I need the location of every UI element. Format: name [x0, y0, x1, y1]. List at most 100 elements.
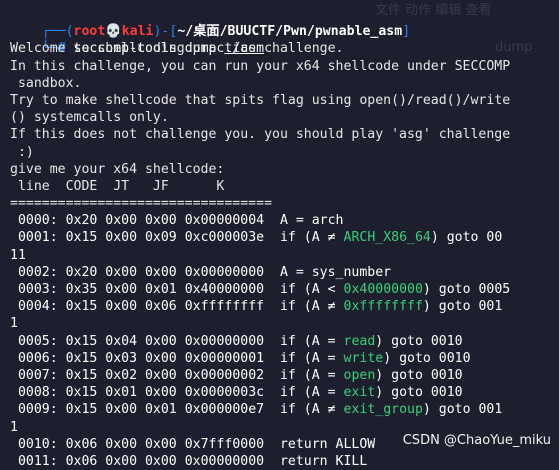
- skull-icon: 💀: [105, 24, 122, 40]
- row-op: A = sys_number: [264, 264, 392, 280]
- row-code: 0x20: [57, 213, 98, 229]
- program-output: Welcome to shellcoding practice challeng…: [10, 40, 559, 212]
- syscall-name: write: [343, 350, 384, 366]
- row-op: A = arch: [264, 213, 344, 229]
- row-jt: 0x00: [97, 436, 138, 452]
- dump-row: 0009: 0x15 0x00 0x01 0x000000e7 if (A ≠ …: [10, 401, 559, 418]
- row-jf: 0x01: [137, 402, 177, 418]
- terminal-output[interactable]: ┌──(root💀kali)-[~/桌面/BUUCTF/Pwn/pwnable_…: [0, 6, 559, 470]
- dump-row: 0006: 0x15 0x03 0x00 0x00000001 if (A = …: [10, 350, 559, 367]
- row-op-tail: ) goto 0010: [383, 350, 471, 366]
- dump-row: 0002: 0x20 0x00 0x00 0x00000000 A = sys_…: [10, 264, 559, 281]
- row-jf: 0x01: [137, 282, 177, 297]
- dump-row: 0001: 0x15 0x00 0x09 0xc000003e if (A ≠ …: [10, 229, 559, 246]
- row-jf: 0x00: [137, 213, 177, 229]
- output-line: Try to make shellcode that spits flag us…: [10, 92, 511, 108]
- row-addr: 0005:: [10, 333, 58, 349]
- row-jt: 0x00: [97, 282, 138, 297]
- row-jt: 0x03: [97, 350, 138, 366]
- output-line: In this challenge, you can run your x64 …: [10, 58, 511, 74]
- row-op: return KILL: [264, 453, 368, 469]
- dump-row: 0011: 0x06 0x00 0x00 0x00000000 return K…: [10, 453, 559, 470]
- prompt-user: root: [73, 24, 106, 40]
- prompt-host: kali: [121, 24, 154, 40]
- row-code: 0x06: [57, 436, 98, 452]
- row-op-tail: ) goto 0010: [375, 333, 463, 349]
- row-addr: 0002:: [10, 264, 58, 280]
- row-code: 0x15: [57, 350, 98, 366]
- row-op: if (A ≠: [264, 402, 344, 418]
- row-addr: 0000:: [10, 213, 58, 229]
- output-line: :): [10, 144, 34, 160]
- csdn-watermark: CSDN @ChaoYue_miku: [402, 432, 551, 448]
- row-jf: 0x00: [137, 436, 177, 452]
- syscall-name: open: [343, 367, 376, 383]
- row-code: 0x35: [57, 282, 98, 297]
- row-addr: 0003:: [10, 282, 58, 297]
- syscall-name: ARCH_X86_64: [343, 230, 431, 246]
- row-jf: 0x00: [137, 385, 177, 401]
- row-addr: 0006:: [10, 350, 58, 366]
- row-jt: 0x04: [97, 333, 138, 349]
- row-jf: 0x00: [137, 264, 177, 280]
- row-k: 0xc000003e: [176, 230, 265, 246]
- prompt-bracket-open: )-[: [153, 24, 178, 40]
- row-jf: 0x00: [137, 333, 177, 349]
- dump-row: 0008: 0x15 0x01 0x00 0x0000003c if (A = …: [10, 384, 559, 401]
- row-jf: 0x00: [137, 367, 177, 383]
- row-jf: 0x09: [137, 230, 177, 246]
- prompt-line-1: ┌──(root💀kali)-[~/桌面/BUUCTF/Pwn/pwnable_…: [10, 6, 559, 39]
- syscall-name: read: [343, 333, 376, 349]
- row-addr: 0011:: [10, 453, 58, 469]
- row-code: 0x15: [57, 385, 98, 401]
- wrapped-continuation: 11: [10, 247, 559, 264]
- dump-row: 0003: 0x35 0x00 0x01 0x40000000 if (A < …: [10, 281, 559, 298]
- row-k: 0x00000000: [176, 264, 265, 280]
- row-addr: 0004:: [10, 299, 58, 315]
- row-jt: 0x00: [97, 264, 138, 280]
- row-addr: 0010:: [10, 436, 58, 452]
- row-op-tail: ) goto 001: [422, 299, 503, 315]
- syscall-name: exit: [343, 385, 376, 401]
- output-line: Welcome to shellcoding practice challeng…: [10, 41, 344, 57]
- row-jf: 0x00: [137, 350, 177, 366]
- row-op: if (A ≠: [264, 230, 344, 246]
- row-code: 0x20: [57, 264, 98, 280]
- row-op: if (A <: [264, 282, 344, 297]
- prompt-corner: ┌──(: [41, 24, 74, 40]
- dump-row: 0005: 0x15 0x04 0x00 0x00000000 if (A = …: [10, 333, 559, 350]
- row-code: 0x06: [57, 453, 98, 469]
- output-line: line CODE JT JF K: [10, 178, 225, 194]
- row-k: 0x00000002: [176, 367, 265, 383]
- row-k: 0x00000004: [176, 213, 265, 229]
- row-code: 0x15: [57, 333, 98, 349]
- row-addr: 0009:: [10, 402, 58, 418]
- row-jt: 0x00: [97, 453, 138, 469]
- row-k: 0x00000001: [176, 350, 265, 366]
- row-op-tail: ) goto 0005: [422, 282, 511, 297]
- row-addr: 1: [10, 419, 18, 435]
- row-k: 0x000000e7: [176, 402, 265, 418]
- prompt-path: ~/桌面/BUUCTF/Pwn/pwnable_asm: [177, 24, 403, 40]
- row-code: 0x15: [57, 230, 98, 246]
- syscall-name: 0xffffffff: [343, 299, 423, 315]
- prompt-bracket-close: ]: [402, 24, 411, 40]
- row-k: 0x00000000: [176, 453, 265, 469]
- row-op: return ALLOW: [264, 436, 376, 452]
- wrapped-continuation: 1: [10, 315, 559, 332]
- dump-row: 0004: 0x15 0x00 0x06 0xffffffff if (A ≠ …: [10, 298, 559, 315]
- row-op: if (A =: [264, 350, 344, 366]
- row-op: if (A =: [264, 333, 344, 349]
- dump-row: 0007: 0x15 0x02 0x00 0x00000002 if (A = …: [10, 367, 559, 384]
- syscall-name: 0x40000000: [343, 282, 423, 297]
- row-jt: 0x00: [97, 230, 138, 246]
- row-jf: 0x00: [137, 453, 177, 469]
- row-op: if (A ≠: [264, 299, 344, 315]
- row-k: 0xffffffff: [176, 299, 265, 315]
- output-line: give me your x64 shellcode:: [10, 161, 225, 177]
- dump-row: 0000: 0x20 0x00 0x00 0x00000004 A = arch: [10, 212, 559, 229]
- row-op: if (A =: [264, 385, 344, 401]
- row-k: 0x00000000: [176, 333, 265, 349]
- row-code: 0x15: [57, 299, 98, 315]
- row-jt: 0x00: [97, 402, 138, 418]
